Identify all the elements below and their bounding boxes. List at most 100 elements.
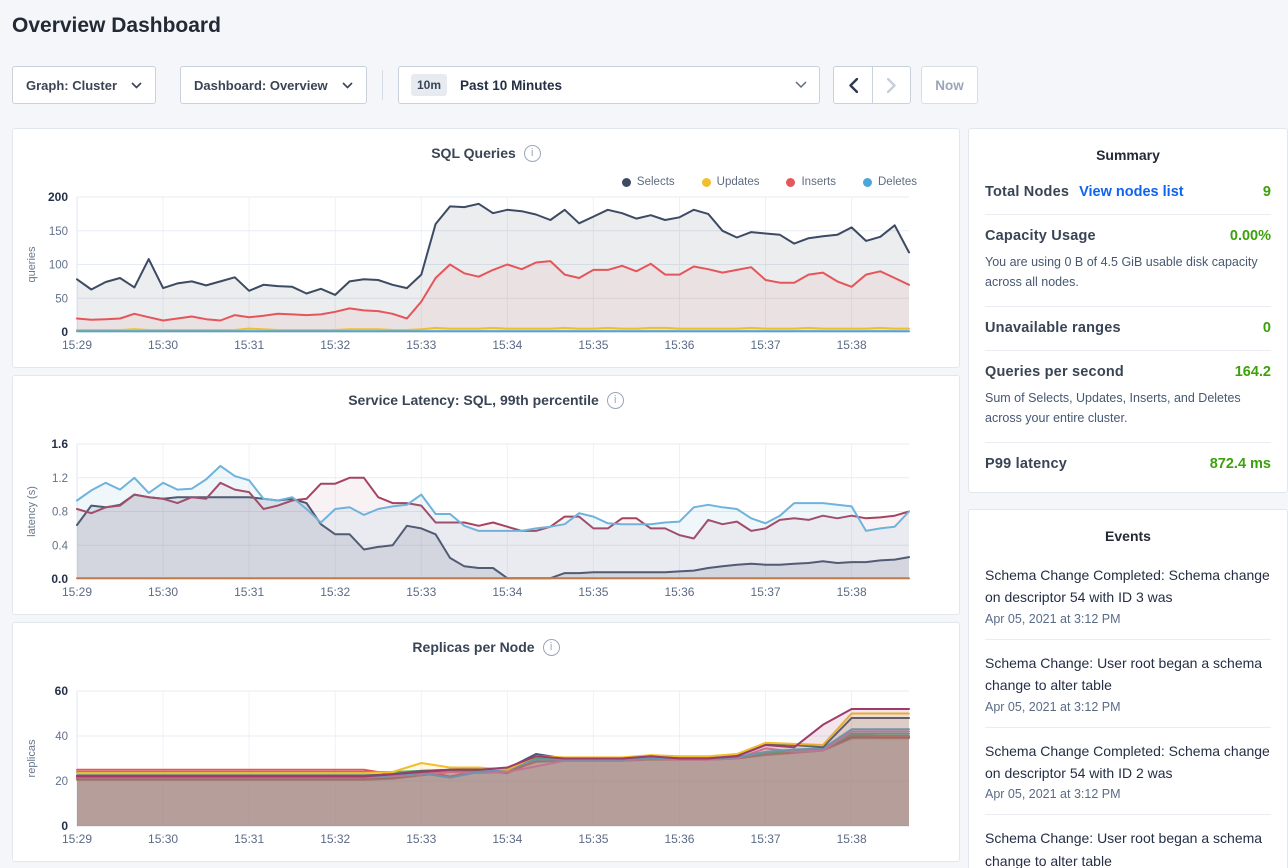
svg-text:1.6: 1.6 — [51, 437, 68, 451]
svg-text:0.0: 0.0 — [51, 572, 68, 586]
event-item[interactable]: Schema Change Completed: Schema change o… — [985, 552, 1271, 639]
right-sidebar: Summary Total NodesView nodes list9Capac… — [968, 128, 1288, 868]
svg-text:150: 150 — [49, 226, 68, 238]
svg-text:15:35: 15:35 — [578, 585, 608, 599]
dashboard-dropdown[interactable]: Dashboard: Overview — [180, 66, 367, 104]
info-icon[interactable]: i — [524, 145, 541, 162]
graph-dropdown-label: Graph: Cluster — [26, 78, 117, 93]
dashboard-layout: SQL Queries i Selects Updates Inserts Delet… — [12, 128, 1288, 868]
svg-text:15:36: 15:36 — [664, 585, 694, 599]
chart-header: SQL Queries i — [13, 129, 959, 163]
svg-text:15:32: 15:32 — [320, 585, 350, 599]
svg-text:15:34: 15:34 — [492, 832, 522, 846]
event-timestamp: Apr 05, 2021 at 3:12 PM — [985, 787, 1271, 801]
svg-text:100: 100 — [49, 260, 68, 272]
prev-time-range-button[interactable] — [834, 67, 872, 103]
event-item[interactable]: Schema Change Completed: Schema change o… — [985, 727, 1271, 815]
summary-panel: Summary Total NodesView nodes list9Capac… — [968, 128, 1288, 493]
svg-text:15:36: 15:36 — [664, 338, 694, 352]
charts-column: SQL Queries i Selects Updates Inserts Delet… — [12, 128, 960, 862]
service-latency-chart[interactable]: 0.00.40.81.21.615:2915:3015:3115:3215:33… — [13, 424, 959, 602]
chart-canvas[interactable]: 020406015:2915:3015:3115:3215:3315:3415:… — [13, 671, 961, 849]
chart-header: Replicas per Node i — [13, 623, 959, 657]
chevron-left-icon — [849, 78, 858, 93]
sql-queries-chart[interactable]: 05010015020015:2915:3015:3115:3215:3315:… — [13, 177, 959, 355]
graph-dropdown[interactable]: Graph: Cluster — [12, 66, 156, 104]
event-item[interactable]: Schema Change: User root began a schema … — [985, 639, 1271, 727]
svg-text:queries: queries — [26, 246, 38, 283]
svg-text:1.2: 1.2 — [52, 473, 68, 485]
summary-row: Capacity Usage0.00%You are using 0 B of … — [985, 214, 1271, 306]
chart-title-service-latency: Service Latency: SQL, 99th percentile — [348, 392, 599, 408]
legend-dot-icon — [702, 178, 711, 187]
svg-text:60: 60 — [55, 684, 69, 698]
svg-text:15:38: 15:38 — [837, 832, 867, 846]
legend-dot-icon — [786, 178, 795, 187]
legend-item-inserts[interactable]: Inserts — [786, 176, 836, 188]
legend-dot-icon — [622, 178, 631, 187]
next-time-range-button[interactable] — [872, 67, 910, 103]
event-text: Schema Change: User root began a schema … — [985, 652, 1271, 697]
summary-row: Queries per second 164.2 Sum of Selects, U… — [985, 350, 1271, 442]
svg-text:15:29: 15:29 — [62, 585, 92, 599]
svg-text:15:29: 15:29 — [62, 338, 92, 352]
svg-text:20: 20 — [55, 776, 68, 788]
svg-text:15:30: 15:30 — [148, 338, 178, 352]
svg-text:latency (s): latency (s) — [26, 486, 38, 537]
legend-item-selects[interactable]: Selects — [622, 176, 675, 188]
svg-text:15:31: 15:31 — [234, 585, 264, 599]
svg-text:15:38: 15:38 — [837, 338, 867, 352]
legend-label: Updates — [717, 176, 760, 188]
svg-text:15:30: 15:30 — [148, 585, 178, 599]
legend-label: Deletes — [878, 176, 917, 188]
chart-title-sql-queries: SQL Queries — [431, 145, 516, 161]
svg-text:15:37: 15:37 — [751, 832, 781, 846]
svg-text:15:32: 15:32 — [320, 338, 350, 352]
svg-text:0: 0 — [61, 325, 68, 339]
legend-label: Inserts — [801, 176, 836, 188]
dashboard-dropdown-label: Dashboard: Overview — [194, 78, 328, 93]
svg-text:15:38: 15:38 — [837, 585, 867, 599]
legend-item-deletes[interactable]: Deletes — [863, 176, 917, 188]
svg-text:40: 40 — [55, 731, 68, 743]
summary-row-value: 164.2 — [1235, 364, 1271, 380]
svg-text:15:33: 15:33 — [406, 338, 436, 352]
svg-text:15:35: 15:35 — [578, 832, 608, 846]
summary-title: Summary — [985, 147, 1271, 163]
chevron-down-icon — [795, 81, 807, 89]
chevron-down-icon — [131, 82, 142, 89]
time-range-picker[interactable]: 10m Past 10 Minutes — [398, 66, 820, 104]
svg-text:15:33: 15:33 — [406, 585, 436, 599]
info-icon[interactable]: i — [607, 392, 624, 409]
toolbar-divider — [382, 70, 383, 100]
svg-text:15:37: 15:37 — [751, 338, 781, 352]
events-panel: Events Schema Change Completed: Schema c… — [968, 509, 1288, 868]
event-timestamp: Apr 05, 2021 at 3:12 PM — [985, 612, 1271, 626]
view-nodes-list-link[interactable]: View nodes list — [1079, 184, 1184, 200]
summary-row-value: 0.00% — [1230, 228, 1271, 244]
chart-canvas[interactable]: 05010015020015:2915:3015:3115:3215:3315:… — [13, 177, 961, 355]
svg-text:15:33: 15:33 — [406, 832, 436, 846]
event-text: Schema Change: User root began a schema … — [985, 827, 1271, 868]
info-icon[interactable]: i — [543, 639, 560, 656]
event-text: Schema Change Completed: Schema change o… — [985, 740, 1271, 785]
chart-canvas[interactable]: 0.00.40.81.21.615:2915:3015:3115:3215:33… — [13, 424, 961, 602]
chart-header: Service Latency: SQL, 99th percentile i — [13, 376, 959, 410]
svg-text:200: 200 — [48, 190, 68, 204]
legend-item-updates[interactable]: Updates — [702, 176, 760, 188]
replicas-per-node-chart[interactable]: 020406015:2915:3015:3115:3215:3315:3415:… — [13, 671, 959, 849]
summary-row-value: 9 — [1263, 184, 1271, 200]
event-item[interactable]: Schema Change: User root began a schema … — [985, 814, 1271, 868]
svg-text:15:32: 15:32 — [320, 832, 350, 846]
now-button[interactable]: Now — [921, 66, 978, 104]
svg-text:15:31: 15:31 — [234, 832, 264, 846]
svg-text:15:30: 15:30 — [148, 832, 178, 846]
summary-row-label: Queries per second — [985, 364, 1124, 380]
svg-text:0: 0 — [61, 819, 68, 833]
svg-text:15:37: 15:37 — [751, 585, 781, 599]
svg-text:15:35: 15:35 — [578, 338, 608, 352]
summary-row-subtext: Sum of Selects, Updates, Inserts, and De… — [985, 388, 1271, 428]
time-step-button-group — [833, 66, 911, 104]
svg-text:15:34: 15:34 — [492, 585, 522, 599]
summary-row-subtext: You are using 0 B of 4.5 GiB usable disk… — [985, 252, 1271, 292]
